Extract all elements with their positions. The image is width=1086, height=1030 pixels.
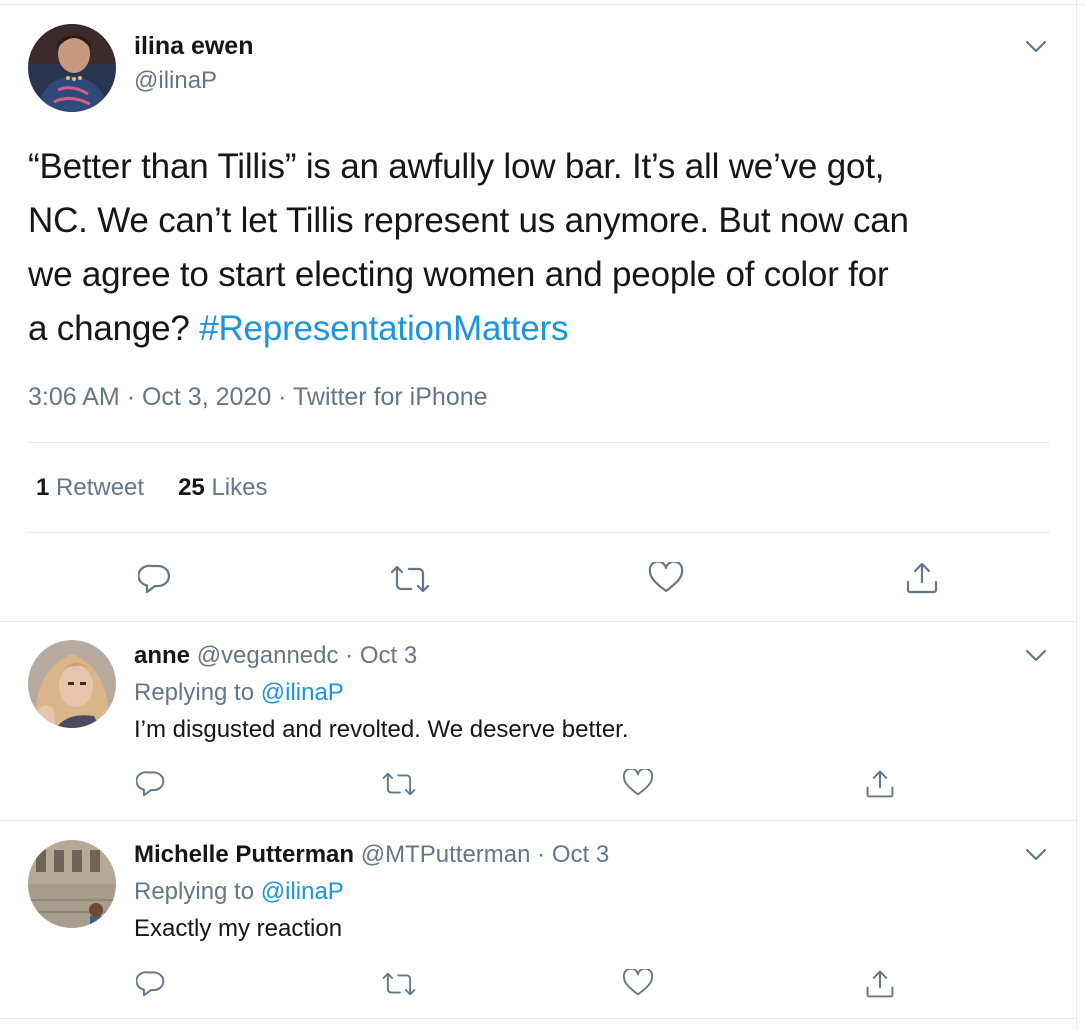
chevron-down-icon[interactable] bbox=[1023, 841, 1049, 867]
replying-to: Replying to @ilinaP bbox=[134, 878, 344, 906]
reply-icon[interactable] bbox=[138, 561, 172, 595]
reply-icon[interactable] bbox=[136, 968, 166, 998]
share-icon[interactable] bbox=[904, 560, 940, 596]
divider bbox=[0, 1018, 1076, 1019]
tweet-text: “Better than Tillis” is an awfully low b… bbox=[28, 140, 1058, 356]
meta-separator: · bbox=[345, 642, 354, 669]
retweets-count: 1 bbox=[36, 474, 50, 501]
like-icon[interactable] bbox=[622, 769, 654, 797]
tweet-text-line: a change? #RepresentationMatters bbox=[28, 302, 1058, 356]
share-icon[interactable] bbox=[864, 768, 896, 800]
meta-separator: · bbox=[537, 841, 546, 868]
author-avatar[interactable] bbox=[28, 24, 116, 112]
likes-stat[interactable]: 25 Likes bbox=[178, 474, 267, 502]
like-icon[interactable] bbox=[622, 969, 654, 997]
chevron-down-icon[interactable] bbox=[1023, 33, 1049, 59]
tweet-text-segment: a change? bbox=[28, 309, 200, 348]
replying-to-label: Replying to bbox=[134, 878, 255, 905]
reply-header: Michelle Putterman @MTPutterman · Oct 3 bbox=[134, 841, 609, 869]
reply-icon[interactable] bbox=[136, 768, 166, 798]
retweet-icon[interactable] bbox=[381, 770, 417, 798]
replying-to-link[interactable]: @ilinaP bbox=[261, 878, 344, 905]
reply-author-name[interactable]: Michelle Putterman bbox=[134, 841, 354, 868]
reply-author-handle[interactable]: @MTPutterman bbox=[361, 841, 531, 868]
reply-text: Exactly my reaction bbox=[134, 915, 343, 942]
hashtag-link[interactable]: #RepresentationMatters bbox=[199, 309, 568, 348]
reply-avatar[interactable] bbox=[28, 640, 116, 728]
top-border bbox=[0, 4, 1086, 5]
tweet-text-line: we agree to start electing women and peo… bbox=[28, 255, 889, 294]
meta-separator: · bbox=[278, 383, 287, 411]
retweets-label: Retweet bbox=[56, 474, 145, 501]
like-icon[interactable] bbox=[648, 562, 684, 594]
reply-text: I’m disgusted and revolted. We deserve b… bbox=[134, 716, 629, 743]
divider bbox=[28, 442, 1050, 443]
divider bbox=[0, 820, 1076, 821]
right-border bbox=[1076, 0, 1077, 1030]
tweet-time[interactable]: 3:06 AM bbox=[28, 383, 120, 411]
reply-date[interactable]: Oct 3 bbox=[360, 642, 417, 669]
tweet-date[interactable]: Oct 3, 2020 bbox=[142, 383, 271, 411]
retweet-icon[interactable] bbox=[389, 563, 431, 595]
tweet-meta: 3:06 AM · Oct 3, 2020 · Twitter for iPho… bbox=[28, 383, 488, 412]
tweet-text-line: “Better than Tillis” is an awfully low b… bbox=[28, 147, 885, 186]
reply-avatar[interactable] bbox=[28, 840, 116, 928]
tweet-text-line: NC. We can’t let Tillis represent us any… bbox=[28, 201, 909, 240]
divider bbox=[28, 532, 1050, 533]
author-name[interactable]: ilina ewen bbox=[134, 32, 253, 61]
likes-label: Likes bbox=[211, 474, 268, 501]
replying-to-label: Replying to bbox=[134, 679, 255, 706]
author-handle[interactable]: @ilinaP bbox=[134, 67, 217, 95]
chevron-down-icon[interactable] bbox=[1023, 642, 1049, 668]
replying-to-link[interactable]: @ilinaP bbox=[261, 679, 344, 706]
retweet-icon[interactable] bbox=[381, 970, 417, 998]
divider bbox=[0, 621, 1076, 622]
tweet-stats: 1 Retweet 25 Likes bbox=[36, 474, 267, 502]
reply-author-handle[interactable]: @vegannedc bbox=[197, 642, 339, 669]
tweet-source[interactable]: Twitter for iPhone bbox=[293, 383, 488, 411]
reply-author-name[interactable]: anne bbox=[134, 642, 190, 669]
share-icon[interactable] bbox=[864, 968, 896, 1000]
reply-header: anne @vegannedc · Oct 3 bbox=[134, 642, 417, 670]
meta-separator: · bbox=[126, 383, 136, 411]
retweets-stat[interactable]: 1 Retweet bbox=[36, 474, 144, 502]
reply-date[interactable]: Oct 3 bbox=[552, 841, 609, 868]
likes-count: 25 bbox=[178, 474, 205, 501]
replying-to: Replying to @ilinaP bbox=[134, 679, 344, 707]
